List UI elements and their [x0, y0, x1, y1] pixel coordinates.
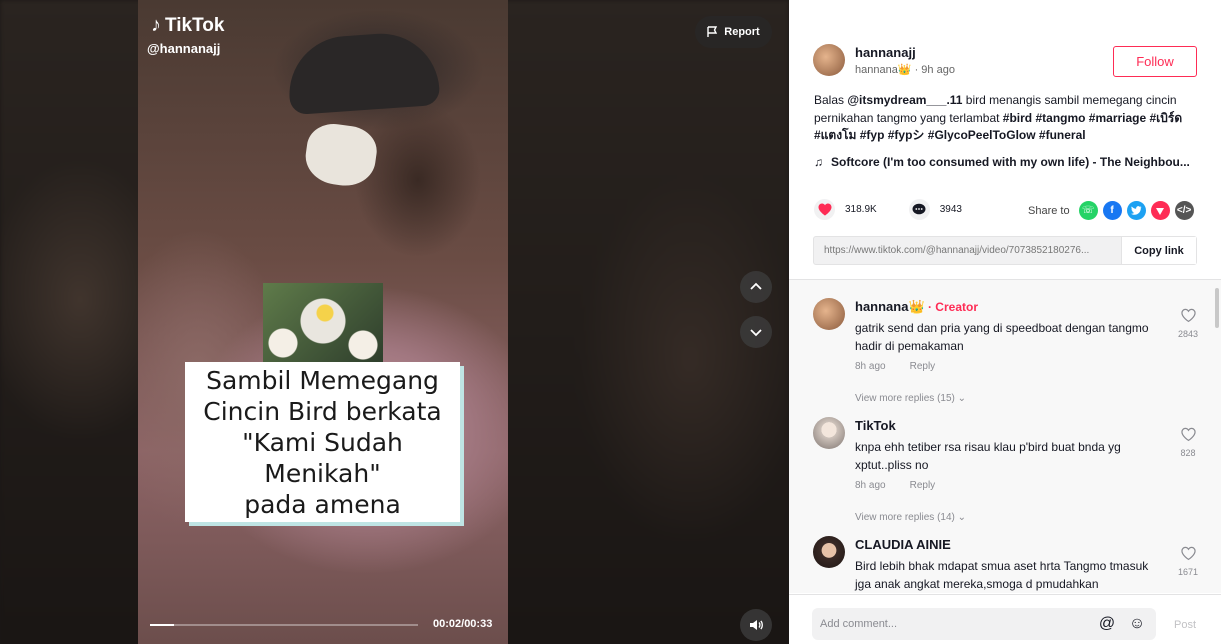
copy-link-button[interactable]: Copy link [1121, 237, 1196, 264]
like-button[interactable] [814, 199, 835, 220]
video-time: 00:02/00:33 [433, 618, 493, 630]
send-share-icon[interactable] [1150, 201, 1170, 220]
view-more-replies-label: View more replies (15) [855, 393, 955, 404]
heart-outline-icon [1180, 546, 1196, 561]
engagement-stats: 318.9K 3943 [814, 199, 962, 220]
twitter-share-icon[interactable] [1126, 201, 1146, 220]
whatsapp-share-icon[interactable]: ☏ [1078, 201, 1098, 220]
video-caption-text: Sambil Memegang Cincin Bird berkata "Kam… [203, 365, 442, 519]
comment-text: Bird lebih bhak mdapat smua aset hrta Ta… [855, 559, 1149, 591]
report-label: Report [724, 26, 760, 38]
author-info: hannanajj hannana👑 · 9h ago [855, 45, 955, 76]
comment-item: TikTok knpa ehh tetiber rsa risau klau p… [813, 417, 1203, 523]
tiktok-logo-text: TikTok [165, 14, 225, 36]
follow-button[interactable]: Follow [1113, 46, 1197, 77]
comment-list[interactable]: hannana👑 · Creator gatrik send dan pria … [789, 279, 1221, 593]
chevron-up-icon [750, 282, 762, 290]
view-more-replies-button[interactable]: View more replies (15) ⌄ [855, 393, 1155, 404]
comment-input-wrapper: @ ☺ [812, 608, 1156, 640]
heart-outline-icon [1180, 308, 1196, 323]
comment-like-count: 1671 [1177, 567, 1199, 577]
share-label: Share to [1028, 204, 1070, 217]
comment-item: CLAUDIA AINIE Bird lebih bhak mdapat smu… [813, 536, 1203, 593]
music-note-icon: ♫ [814, 155, 823, 169]
heart-icon [818, 203, 831, 216]
share-link-url[interactable]: https://www.tiktok.com/@hannanajj/video/… [814, 245, 1121, 256]
heart-outline-icon [1180, 427, 1196, 442]
comment-list-scrollbar[interactable] [1215, 288, 1219, 328]
embed-code-icon[interactable]: </> [1174, 201, 1194, 220]
comment-avatar[interactable] [813, 417, 845, 449]
comment-text: gatrik send dan pria yang di speedboat d… [855, 321, 1149, 353]
video-description: Balas @itsmydream___.11 bird menangis sa… [814, 92, 1206, 145]
comment-button[interactable] [908, 199, 930, 220]
video-subject-mask [302, 120, 380, 190]
video-progress-fill [150, 624, 175, 626]
music-link[interactable]: ♫ Softcore (I'm too consumed with my own… [814, 155, 1206, 169]
chevron-down-icon: ⌄ [957, 512, 967, 523]
details-panel: hannanajj hannana👑 · 9h ago Follow Balas… [789, 0, 1221, 644]
volume-button[interactable] [740, 609, 772, 641]
post-button[interactable]: Post [1174, 619, 1196, 631]
facebook-share-icon[interactable]: f [1102, 201, 1122, 220]
video-subject-cap [285, 29, 441, 116]
chevron-down-icon [750, 329, 762, 337]
music-title: Softcore (I'm too consumed with my own l… [831, 155, 1190, 169]
comment-avatar[interactable] [813, 298, 845, 330]
reply-button[interactable]: Reply [910, 480, 936, 491]
comment-avatar[interactable] [813, 536, 845, 568]
comment-time: 8h ago [855, 361, 886, 372]
comment-author[interactable]: TikTok [855, 418, 896, 433]
comment-like-count: 2843 [1177, 329, 1199, 339]
video-stage: ♪ TikTok @hannanajj Sambil Memegang Cinc… [0, 0, 789, 644]
author-row: hannanajj hannana👑 · 9h ago [813, 44, 955, 76]
description-prefix: Balas [814, 93, 848, 107]
share-link-box: https://www.tiktok.com/@hannanajj/video/… [813, 236, 1197, 265]
chevron-down-icon: ⌄ [957, 393, 967, 404]
author-username[interactable]: hannanajj [855, 45, 955, 60]
like-count: 318.9K [845, 204, 877, 215]
comment-bubble-icon [912, 203, 926, 215]
tiktok-logo: ♪ TikTok [151, 14, 224, 37]
emoji-icon[interactable]: ☺ [1126, 613, 1148, 635]
comment-input[interactable] [820, 618, 1096, 630]
share-row: Share to ☏ f </> [1028, 201, 1194, 220]
creator-badge: · Creator [924, 300, 978, 314]
view-more-replies-button[interactable]: View more replies (14) ⌄ [855, 512, 1155, 523]
next-video-button[interactable] [740, 316, 772, 348]
comment-author[interactable]: hannana👑 [855, 299, 925, 314]
comment-like-count: 828 [1180, 448, 1196, 458]
comment-like-button[interactable]: 828 [1173, 427, 1203, 458]
report-button[interactable]: Report [695, 16, 772, 48]
description-mention-link[interactable]: @itsmydream___.11 [847, 93, 962, 107]
video-caption-card: Sambil Memegang Cincin Bird berkata "Kam… [185, 362, 460, 522]
comment-time: 8h ago [855, 480, 886, 491]
previous-video-button[interactable] [740, 271, 772, 303]
comment-like-button[interactable]: 2843 [1173, 308, 1203, 339]
author-avatar[interactable] [813, 44, 845, 76]
tiktok-note-icon: ♪ [151, 14, 161, 36]
view-more-replies-label: View more replies (14) [855, 512, 955, 523]
reply-button[interactable]: Reply [910, 361, 936, 372]
video-watermark-handle: @hannanajj [147, 41, 221, 56]
speaker-icon [750, 620, 763, 630]
author-subtitle: hannana👑 · 9h ago [855, 63, 955, 76]
flag-icon [707, 26, 718, 37]
video-progress-bar[interactable] [150, 624, 418, 626]
video-overlay-flower-image [263, 283, 383, 363]
mention-at-icon[interactable]: @ [1096, 613, 1118, 635]
comment-composer: @ ☺ Post [789, 594, 1221, 644]
comment-text: knpa ehh tetiber rsa risau klau p'bird b… [855, 440, 1121, 472]
comment-count: 3943 [939, 204, 962, 215]
comment-author[interactable]: CLAUDIA AINIE [855, 537, 951, 552]
comment-like-button[interactable]: 1671 [1173, 546, 1203, 577]
comment-item: hannana👑 · Creator gatrik send dan pria … [813, 298, 1203, 404]
